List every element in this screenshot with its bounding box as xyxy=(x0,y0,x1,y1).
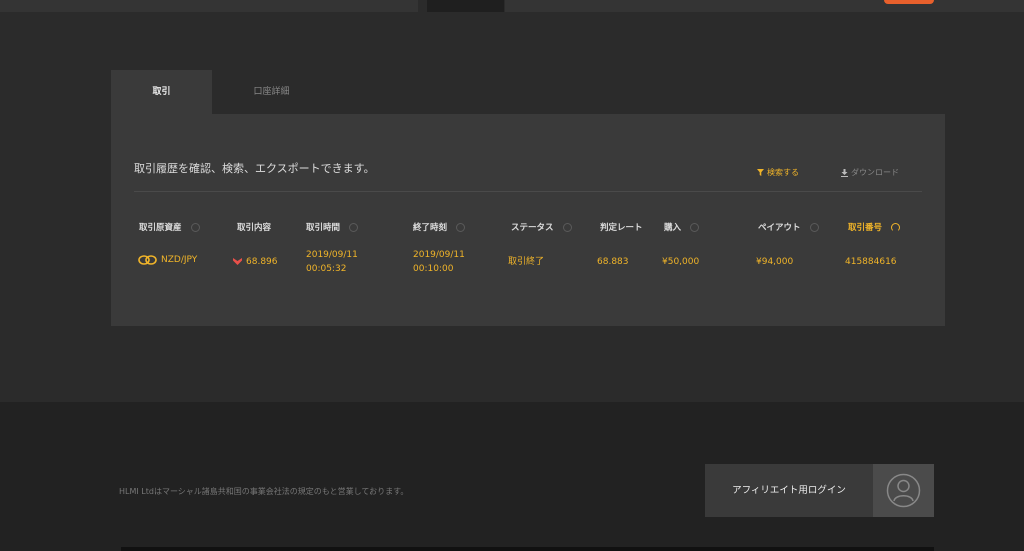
filter-icon xyxy=(757,169,764,176)
column-header-label: 取引原資産 xyxy=(139,223,182,233)
purchase-cell: ¥50,000 xyxy=(662,257,700,267)
column-header-trade-id[interactable]: 取引番号 xyxy=(848,221,901,233)
footer-bottom-bar xyxy=(121,547,934,551)
trade-id-cell: 415884616 xyxy=(845,257,897,267)
column-header-trade-time[interactable]: 取引時間 xyxy=(306,221,359,233)
content-cell: 68.896 xyxy=(233,255,278,269)
sort-icon xyxy=(891,223,901,232)
company-notice: HLMI Ltdはマーシャル諸島共和国の事業会社法の規定のもと営業しております。 xyxy=(119,487,409,496)
column-header-label: ペイアウト xyxy=(758,223,801,233)
divider xyxy=(134,191,922,192)
footer: HLMI Ltdはマーシャル諸島共和国の事業会社法の規定のもと営業しております。… xyxy=(0,402,1024,551)
column-header-content: 取引内容 xyxy=(237,221,271,233)
column-header-label: 取引内容 xyxy=(237,223,272,233)
status-cell: 取引終了 xyxy=(508,257,545,267)
sort-icon xyxy=(562,223,572,232)
down-arrow-icon xyxy=(233,258,242,265)
column-header-label: 取引番号 xyxy=(848,223,883,233)
column-header-label: 判定レート xyxy=(600,223,643,233)
affiliate-login-label: アフィリエイト用ログイン xyxy=(732,485,846,496)
search-filter-label: 検索する xyxy=(767,168,799,177)
top-bar-left xyxy=(0,0,418,12)
affiliate-avatar xyxy=(873,464,934,517)
tab-trades[interactable]: 取引 xyxy=(111,70,212,114)
top-action-button[interactable] xyxy=(884,0,934,4)
column-header-asset[interactable]: 取引原資産 xyxy=(139,221,200,233)
user-icon xyxy=(886,473,921,508)
entry-rate: 68.896 xyxy=(246,257,278,267)
column-header-end-time[interactable]: 終了時刻 xyxy=(413,221,466,233)
currency-pair-icon xyxy=(138,254,157,265)
column-header-payout[interactable]: ペイアウト xyxy=(758,221,819,233)
trade-date: 2019/09/11 xyxy=(306,250,358,260)
tab-account-details[interactable]: 口座詳細 xyxy=(221,70,322,114)
download-label: ダウンロード xyxy=(851,168,899,177)
sort-icon xyxy=(690,223,700,232)
asset-cell: NZD/JPY xyxy=(138,253,197,267)
sort-icon xyxy=(456,223,466,232)
end-time-cell: 2019/09/11 00:10:00 xyxy=(413,248,465,276)
download-button[interactable]: ダウンロード xyxy=(841,167,899,178)
search-filter-button[interactable]: 検索する xyxy=(757,167,799,178)
affiliate-login-button[interactable]: アフィリエイト用ログイン xyxy=(705,464,934,517)
panel-description: 取引履歴を確認、検索、エクスポートできます。 xyxy=(134,162,375,175)
top-bar-tab xyxy=(427,0,504,12)
trade-time-cell: 2019/09/11 00:05:32 xyxy=(306,248,358,276)
payout-cell: ¥94,000 xyxy=(756,257,794,267)
download-icon xyxy=(841,168,848,177)
sort-icon xyxy=(349,223,359,232)
sort-icon xyxy=(809,223,819,232)
top-bar-right xyxy=(505,0,1024,12)
column-header-label: 終了時刻 xyxy=(413,223,448,233)
column-header-judged-rate: 判定レート xyxy=(600,221,643,233)
end-date: 2019/09/11 xyxy=(413,250,465,260)
column-header-status[interactable]: ステータス xyxy=(511,221,572,233)
column-header-label: ステータス xyxy=(511,223,554,233)
sort-icon xyxy=(190,223,200,232)
judged-rate-cell: 68.883 xyxy=(597,257,629,267)
trade-history-panel: 取引履歴を確認、検索、エクスポートできます。 検索する ダウンロード 取引原資産… xyxy=(111,114,945,326)
column-header-label: 取引時間 xyxy=(306,223,341,233)
end-time: 00:10:00 xyxy=(413,264,454,274)
trade-time: 00:05:32 xyxy=(306,264,347,274)
column-header-purchase[interactable]: 購入 xyxy=(664,221,700,233)
column-header-label: 購入 xyxy=(664,223,682,233)
asset-name: NZD/JPY xyxy=(161,255,198,265)
